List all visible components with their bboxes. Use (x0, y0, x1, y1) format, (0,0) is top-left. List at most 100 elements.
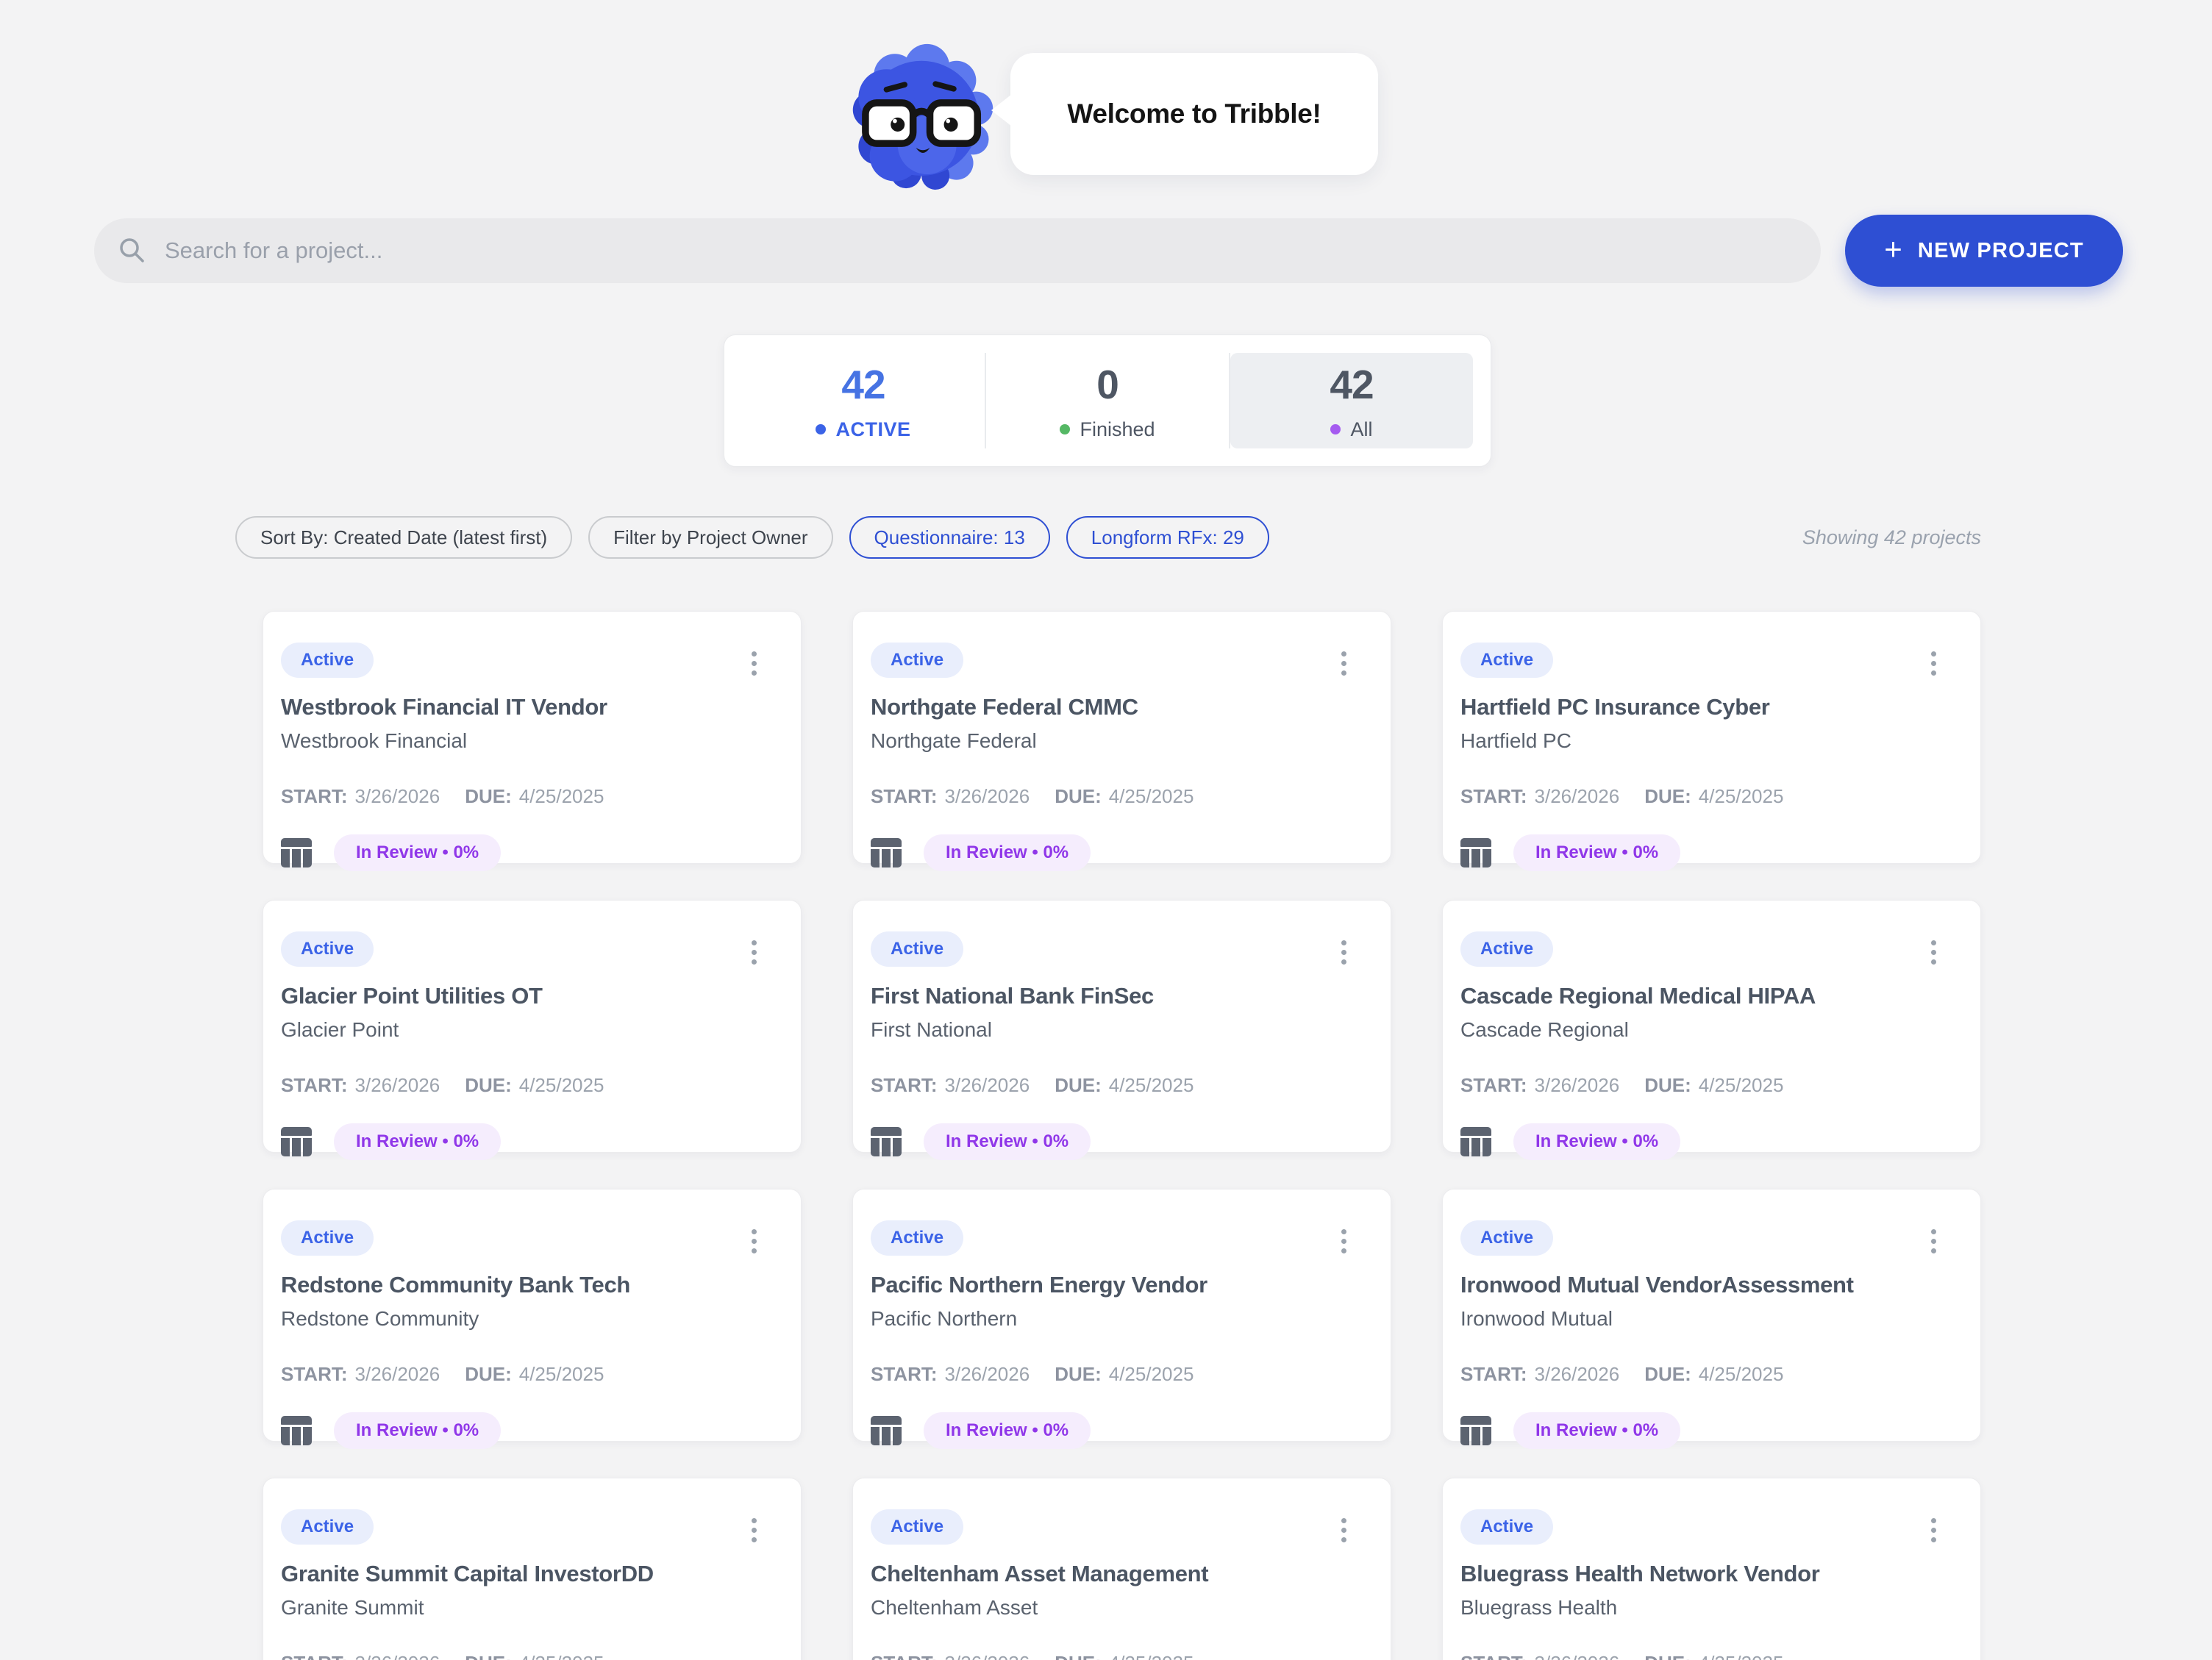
table-icon (281, 1416, 312, 1445)
start-label: START: (281, 785, 348, 808)
kebab-dot-icon (1931, 940, 1936, 945)
start-date: 3/26/2026 (945, 1652, 1030, 1660)
due-date: 4/25/2025 (519, 1074, 604, 1097)
table-icon (281, 1127, 312, 1156)
project-owner: Bluegrass Health (1460, 1596, 1980, 1620)
start-date: 3/26/2026 (355, 785, 440, 808)
project-card[interactable]: Active Westbrook Financial IT Vendor Wes… (263, 611, 802, 864)
project-card[interactable]: Active Bluegrass Health Network Vendor B… (1442, 1478, 1981, 1660)
due-date: 4/25/2025 (1109, 1074, 1194, 1097)
table-icon (1460, 1127, 1491, 1156)
start-label: START: (1460, 1363, 1527, 1386)
due-date: 4/25/2025 (1699, 785, 1784, 808)
status-badge: Active (1460, 931, 1553, 967)
due-label: DUE: (465, 1652, 512, 1660)
table-icon (1460, 838, 1491, 867)
status-badge: Active (281, 1509, 374, 1545)
project-card[interactable]: Active Cascade Regional Medical HIPAA Ca… (1442, 900, 1981, 1153)
card-menu-button[interactable] (1329, 645, 1358, 681)
project-card[interactable]: Active Redstone Community Bank Tech Reds… (263, 1189, 802, 1442)
card-menu-button[interactable] (739, 645, 768, 681)
stat-finished[interactable]: 0 Finished (985, 353, 1230, 448)
project-card[interactable]: Active Pacific Northern Energy Vendor Pa… (852, 1189, 1391, 1442)
project-title: Hartfield PC Insurance Cyber (1460, 694, 1980, 720)
status-badge: Active (281, 931, 374, 967)
kebab-dot-icon (1931, 950, 1936, 955)
kebab-dot-icon (1931, 1528, 1936, 1533)
kebab-dot-icon (752, 950, 757, 955)
project-card[interactable]: Active First National Bank FinSec First … (852, 900, 1391, 1153)
card-menu-button[interactable] (1329, 1223, 1358, 1259)
project-dates: START: 3/26/2026 DUE: 4/25/2025 (1460, 1652, 1980, 1660)
project-title: Northgate Federal CMMC (871, 694, 1391, 720)
project-card[interactable]: Active Glacier Point Utilities OT Glacie… (263, 900, 802, 1153)
start-date: 3/26/2026 (355, 1074, 440, 1097)
filter-owner-button[interactable]: Filter by Project Owner (588, 516, 832, 559)
all-dot-icon (1330, 424, 1341, 434)
sort-by-button[interactable]: Sort By: Created Date (latest first) (235, 516, 572, 559)
welcome-speech-bubble: Welcome to Tribble! (1010, 53, 1378, 175)
kebab-dot-icon (1931, 1537, 1936, 1542)
start-label: START: (1460, 785, 1527, 808)
progress-badge: In Review • 0% (1513, 834, 1680, 871)
card-menu-button[interactable] (739, 1223, 768, 1259)
card-menu-button[interactable] (1329, 934, 1358, 970)
project-card[interactable]: Active Cheltenham Asset Management Chelt… (852, 1478, 1391, 1660)
kebab-dot-icon (1341, 1229, 1346, 1234)
card-menu-button[interactable] (1329, 1512, 1358, 1548)
card-menu-button[interactable] (1919, 934, 1948, 970)
project-dates: START: 3/26/2026 DUE: 4/25/2025 (281, 1652, 801, 1660)
questionnaire-filter-button[interactable]: Questionnaire: 13 (849, 516, 1050, 559)
kebab-dot-icon (1931, 1229, 1936, 1234)
search-input[interactable] (94, 218, 1821, 283)
due-label: DUE: (1644, 1074, 1691, 1097)
kebab-dot-icon (752, 1248, 757, 1253)
project-title: First National Bank FinSec (871, 983, 1391, 1009)
due-label: DUE: (465, 1363, 512, 1386)
project-card[interactable]: Active Ironwood Mutual VendorAssessment … (1442, 1189, 1981, 1442)
card-menu-button[interactable] (1919, 1512, 1948, 1548)
project-dates: START: 3/26/2026 DUE: 4/25/2025 (871, 1652, 1391, 1660)
card-footer: In Review • 0% (871, 834, 1391, 871)
plus-icon: + (1884, 234, 1903, 265)
project-card[interactable]: Active Hartfield PC Insurance Cyber Hart… (1442, 611, 1981, 864)
active-dot-icon (816, 424, 826, 434)
card-menu-button[interactable] (1919, 645, 1948, 681)
project-stats-card: 42 ACTIVE 0 Finished 42 All (724, 334, 1491, 467)
start-label: START: (871, 1363, 938, 1386)
project-card[interactable]: Active Granite Summit Capital InvestorDD… (263, 1478, 802, 1660)
longform-rfx-filter-button[interactable]: Longform RFx: 29 (1066, 516, 1269, 559)
due-label: DUE: (1055, 1363, 1102, 1386)
card-menu-button[interactable] (739, 1512, 768, 1548)
new-project-label: NEW PROJECT (1918, 239, 2084, 263)
project-owner: Ironwood Mutual (1460, 1307, 1980, 1331)
project-title: Glacier Point Utilities OT (281, 983, 801, 1009)
progress-badge: In Review • 0% (334, 834, 501, 871)
project-owner: Redstone Community (281, 1307, 801, 1331)
project-dates: START: 3/26/2026 DUE: 4/25/2025 (1460, 1074, 1980, 1097)
start-label: START: (871, 1652, 938, 1660)
start-label: START: (871, 1074, 938, 1097)
start-date: 3/26/2026 (1535, 1074, 1620, 1097)
card-menu-button[interactable] (739, 934, 768, 970)
start-date: 3/26/2026 (945, 1074, 1030, 1097)
project-owner: Granite Summit (281, 1596, 801, 1620)
kebab-dot-icon (1341, 950, 1346, 955)
stat-finished-label: Finished (1060, 418, 1155, 441)
table-icon (871, 1127, 902, 1156)
status-badge: Active (871, 931, 963, 967)
project-title: Pacific Northern Energy Vendor (871, 1272, 1391, 1298)
status-badge: Active (1460, 1220, 1553, 1256)
stat-active[interactable]: 42 ACTIVE (742, 353, 985, 448)
project-card[interactable]: Active Northgate Federal CMMC Northgate … (852, 611, 1391, 864)
status-badge: Active (281, 1220, 374, 1256)
due-date: 4/25/2025 (519, 1652, 604, 1660)
progress-badge: In Review • 0% (924, 1412, 1091, 1449)
projects-grid: Active Westbrook Financial IT Vendor Wes… (263, 611, 1981, 1660)
status-badge: Active (1460, 1509, 1553, 1545)
finished-dot-icon (1060, 424, 1070, 434)
card-menu-button[interactable] (1919, 1223, 1948, 1259)
new-project-button[interactable]: + NEW PROJECT (1845, 215, 2123, 287)
due-label: DUE: (465, 1074, 512, 1097)
stat-all[interactable]: 42 All (1230, 353, 1473, 448)
